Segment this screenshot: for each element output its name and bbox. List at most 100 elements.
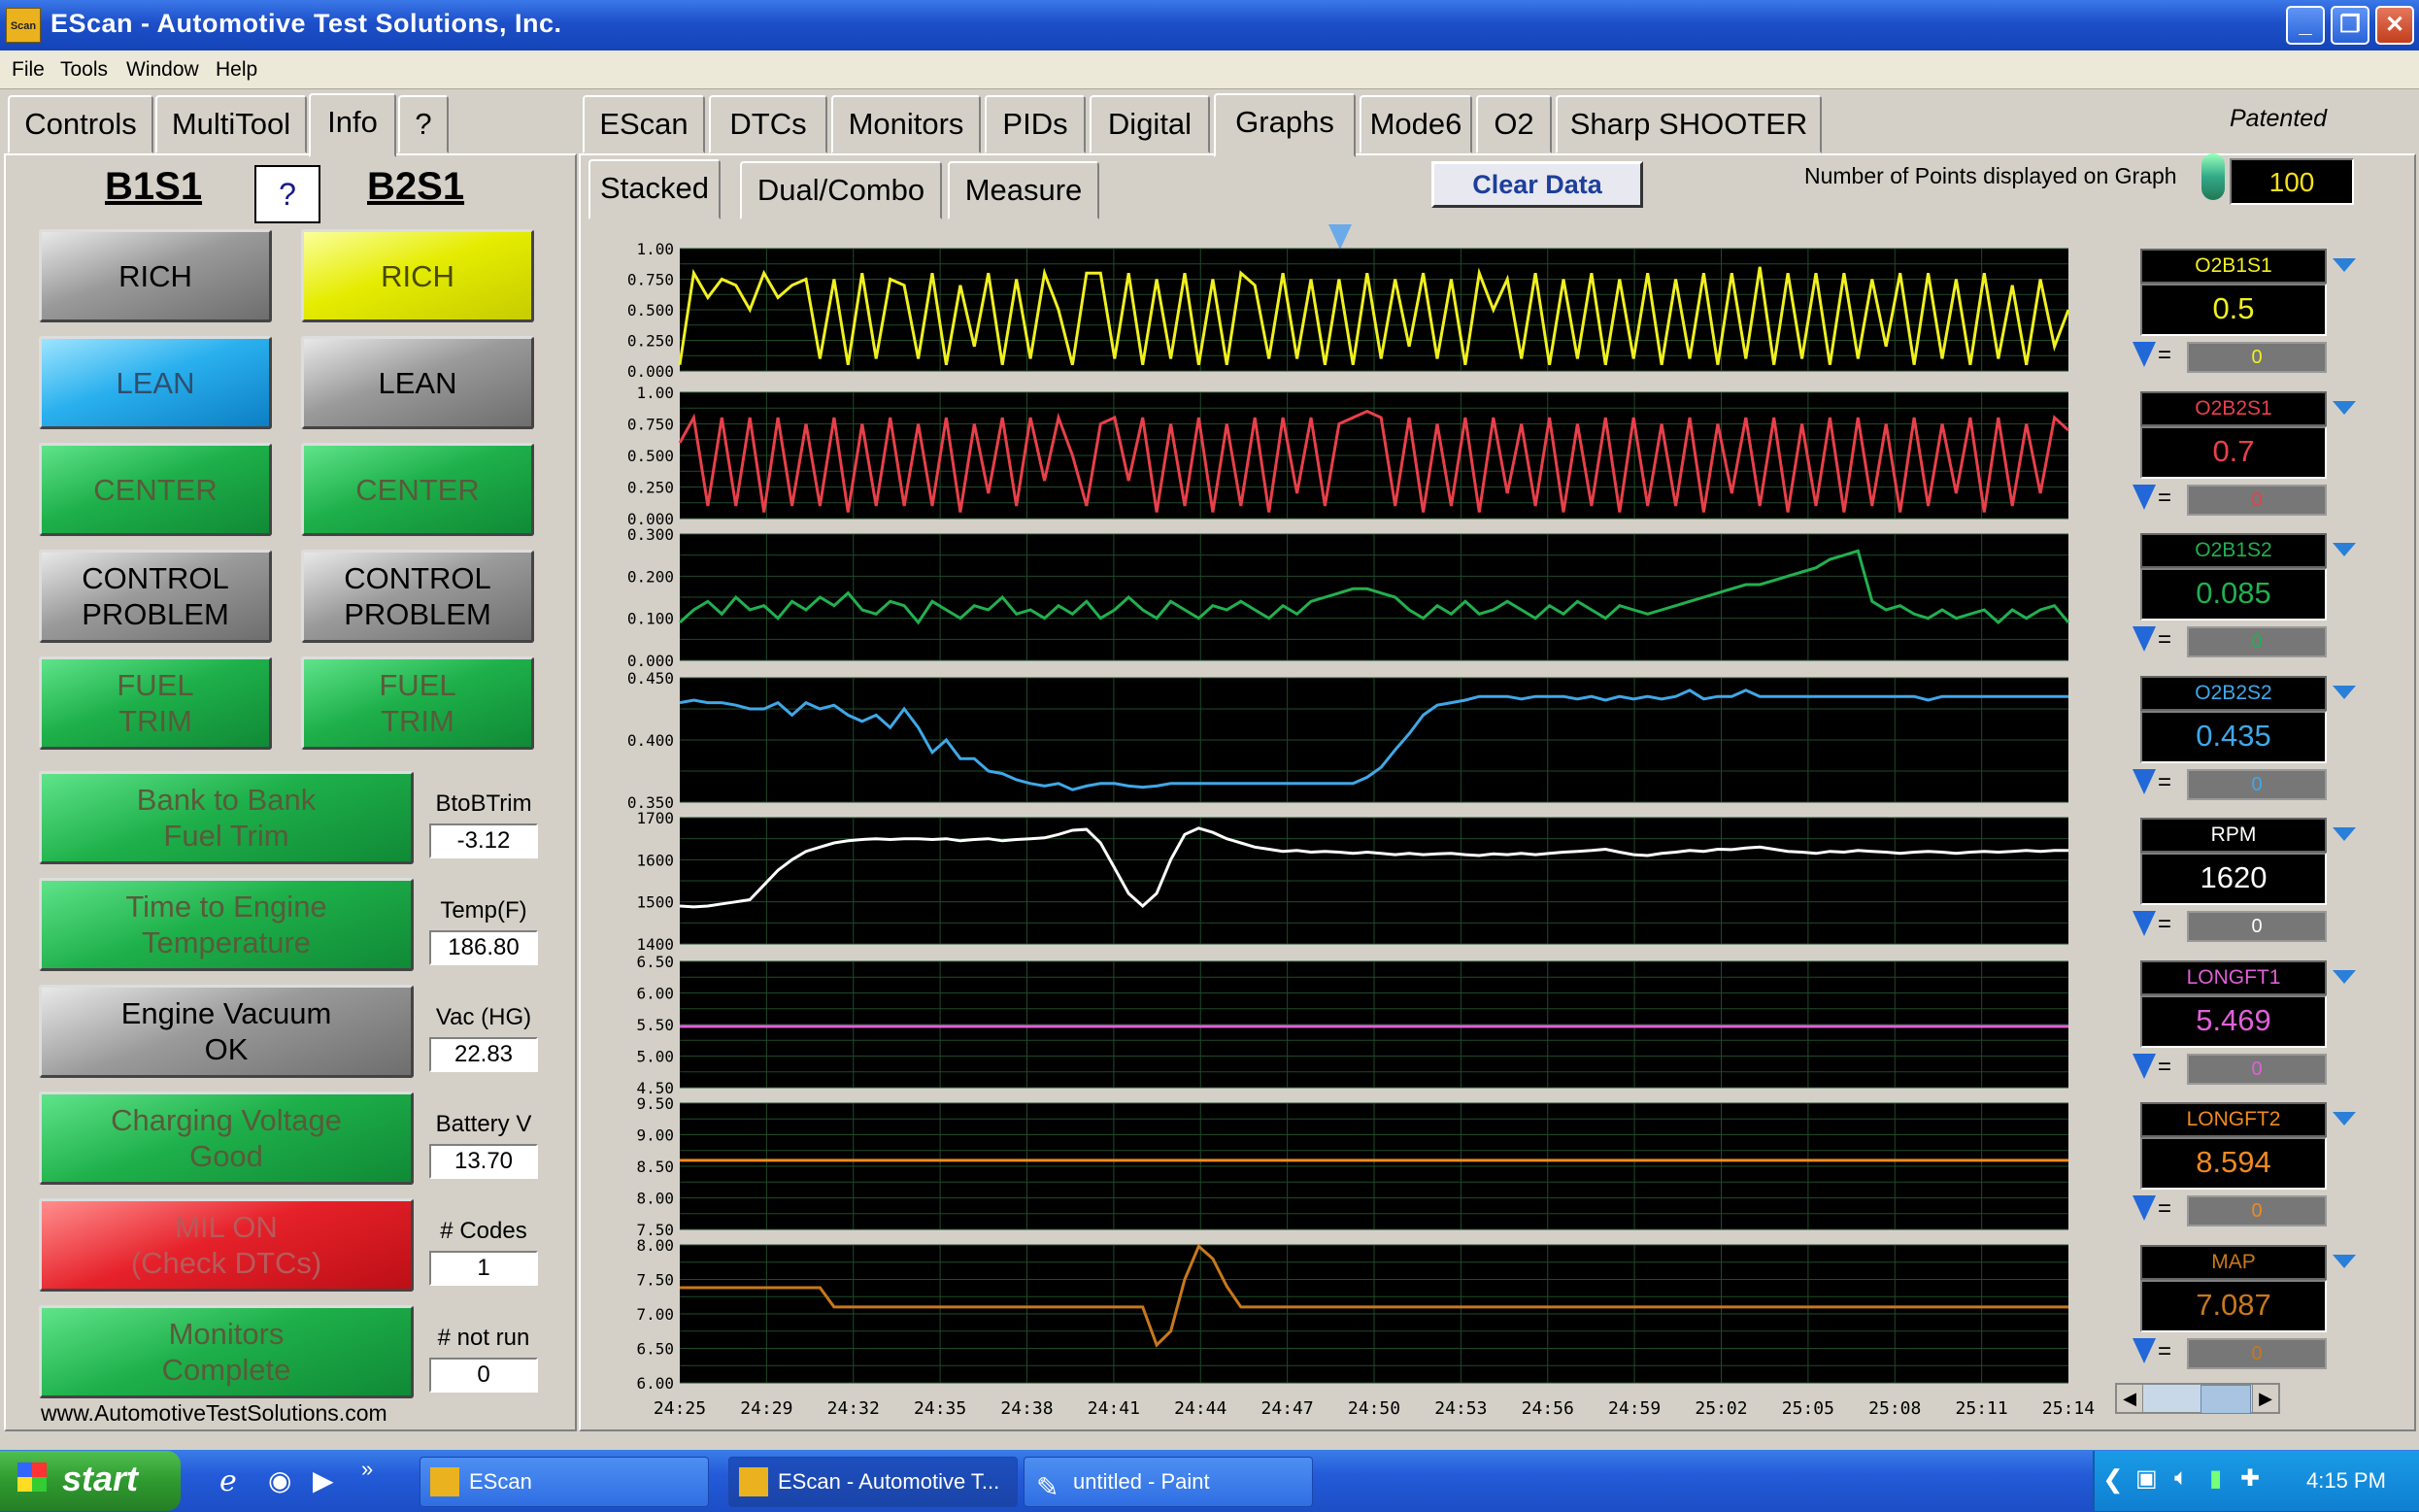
menu-window[interactable]: Window <box>126 58 199 82</box>
start-button[interactable]: start <box>0 1451 181 1511</box>
x-tick-label: 24:32 <box>827 1398 880 1419</box>
close-icon[interactable]: ✕ <box>2375 6 2414 45</box>
channel-dropdown-icon[interactable] <box>2333 543 2356 556</box>
channel-name-o2b2s1[interactable]: O2B2S1 <box>2140 390 2327 426</box>
b2s1-fuel-indicator[interactable]: FUEL TRIM <box>301 656 534 750</box>
channel-name-o2b1s2[interactable]: O2B1S2 <box>2140 533 2327 568</box>
scroll-thumb[interactable] <box>2201 1385 2251 1414</box>
channel-dropdown-icon[interactable] <box>2333 827 2356 841</box>
explorer-icon[interactable]: ◉ <box>268 1464 291 1496</box>
menu-help[interactable]: Help <box>216 58 257 82</box>
channel-dropdown-icon[interactable] <box>2333 1254 2356 1268</box>
volume-icon[interactable]: 🔈︎ <box>2174 1464 2188 1492</box>
scroll-left-icon[interactable]: ◀ <box>2117 1385 2143 1412</box>
channel-name-o2b1s1[interactable]: O2B1S1 <box>2140 249 2327 284</box>
title-bar[interactable]: Scan EScan - Automotive Test Solutions, … <box>0 0 2419 50</box>
stacked-graphs[interactable]: 1.00 0.750 0.500 0.250 0.000 1.00 0.750 0.500 0.… <box>583 233 2098 1437</box>
cursor-delta-icon[interactable] <box>2133 1053 2156 1079</box>
media-player-icon[interactable]: ▶ <box>313 1464 334 1496</box>
b1s1-lean-indicator[interactable]: LEAN <box>39 336 272 429</box>
channel-cursor-value: 0 <box>2187 342 2327 373</box>
cursor-delta-icon[interactable] <box>2133 768 2156 794</box>
cursor-delta-icon[interactable] <box>2133 1337 2156 1363</box>
maximize-icon[interactable]: ❐ <box>2331 6 2369 45</box>
scroll-right-icon[interactable]: ▶ <box>2252 1385 2278 1412</box>
channel-name-longft2[interactable]: LONGFT2 <box>2140 1102 2327 1137</box>
task-paint[interactable]: ✎ untitled - Paint <box>1024 1457 1313 1507</box>
status-value-label-2: Vac (HG) <box>435 1004 532 1030</box>
channel-name-map[interactable]: MAP <box>2140 1244 2327 1280</box>
status-indicator-2[interactable]: Engine Vacuum OK <box>39 985 414 1078</box>
channel-name-longft1[interactable]: LONGFT1 <box>2140 959 2327 995</box>
tab-question[interactable]: ? <box>398 95 449 153</box>
y-tick-label: 0.750 <box>627 271 674 289</box>
signal-icon[interactable]: ▮ <box>2209 1464 2222 1493</box>
b2s1-rich-indicator[interactable]: RICH <box>301 229 534 322</box>
ie-icon[interactable]: ℯ <box>219 1464 237 1498</box>
x-tick-label: 24:47 <box>1261 1398 1314 1419</box>
tray-expand-icon[interactable]: ❮ <box>2102 1464 2124 1495</box>
tab-graphs[interactable]: Graphs <box>1214 93 1356 157</box>
tab-pids[interactable]: PIDs <box>985 95 1086 153</box>
channel-cursor-value: 0 <box>2187 1053 2327 1085</box>
cursor-delta-icon[interactable] <box>2133 911 2156 936</box>
x-tick-label: 25:08 <box>1868 1398 1921 1419</box>
status-indicator-4[interactable]: MIL ON (Check DTCs) <box>39 1198 414 1292</box>
equals-sign: = <box>2158 1053 2172 1080</box>
y-tick-label: 7.50 <box>636 1271 674 1290</box>
security-icon[interactable]: ✚ <box>2240 1464 2260 1493</box>
channel-dropdown-icon[interactable] <box>2333 400 2356 415</box>
tab-escan[interactable]: EScan <box>583 95 705 153</box>
minimize-icon[interactable]: _ <box>2286 6 2325 45</box>
b1s1-rich-indicator[interactable]: RICH <box>39 229 272 322</box>
help-button[interactable]: ? <box>254 165 320 223</box>
website-link[interactable]: www.AutomotiveTestSolutions.com <box>41 1400 387 1427</box>
channel-dropdown-icon[interactable] <box>2333 969 2356 984</box>
channel-cursor-value: 0 <box>2187 484 2327 516</box>
b2s1-control-indicator[interactable]: CONTROL PROBLEM <box>301 550 534 643</box>
cursor-delta-icon[interactable] <box>2133 1195 2156 1221</box>
quicklaunch-more-icon[interactable]: » <box>361 1457 373 1482</box>
subtab-dual-combo[interactable]: Dual/Combo <box>740 161 942 219</box>
task-escan[interactable]: EScan <box>420 1457 709 1507</box>
task-escan-ats[interactable]: EScan - Automotive T... <box>728 1457 1018 1507</box>
channel-dropdown-icon[interactable] <box>2333 1112 2356 1126</box>
tab-o2[interactable]: O2 <box>1476 95 1552 153</box>
status-indicator-3[interactable]: Charging Voltage Good <box>39 1092 414 1185</box>
subtab-measure[interactable]: Measure <box>948 161 1099 219</box>
subtab-stacked[interactable]: Stacked <box>588 159 721 219</box>
channel-dropdown-icon[interactable] <box>2333 258 2356 272</box>
x-tick-label: 25:05 <box>1782 1398 1834 1419</box>
tab-sharp-shooter[interactable]: Sharp SHOOTER <box>1556 95 1822 153</box>
network-icon[interactable]: ▣ <box>2135 1464 2158 1493</box>
b2s1-center-indicator[interactable]: CENTER <box>301 443 534 536</box>
tab-digital[interactable]: Digital <box>1090 95 1210 153</box>
tab-info[interactable]: Info <box>309 93 396 157</box>
graph-scrollbar[interactable]: ◀ ▶ <box>2115 1383 2280 1414</box>
tab-mode6[interactable]: Mode6 <box>1360 95 1472 153</box>
channel-name-rpm[interactable]: RPM <box>2140 818 2327 853</box>
b1s1-center-indicator[interactable]: CENTER <box>39 443 272 536</box>
clear-data-button[interactable]: Clear Data <box>1431 161 1643 208</box>
channel-name-o2b2s2[interactable]: O2B2S2 <box>2140 675 2327 711</box>
points-input[interactable]: 100 <box>2230 158 2354 205</box>
tab-controls[interactable]: Controls <box>8 95 153 153</box>
tab-monitors[interactable]: Monitors <box>831 95 981 153</box>
status-indicator-5[interactable]: Monitors Complete <box>39 1305 414 1398</box>
points-spinner-icon[interactable] <box>2201 153 2225 200</box>
y-tick-label: 1.00 <box>636 384 674 402</box>
menu-tools[interactable]: Tools <box>60 58 108 82</box>
tab-dtcs[interactable]: DTCs <box>709 95 827 153</box>
b1s1-fuel-indicator[interactable]: FUEL TRIM <box>39 656 272 750</box>
b2s1-lean-indicator[interactable]: LEAN <box>301 336 534 429</box>
cursor-delta-icon[interactable] <box>2133 626 2156 652</box>
menu-file[interactable]: File <box>12 58 45 82</box>
y-tick-label: 8.00 <box>636 1190 674 1208</box>
cursor-delta-icon[interactable] <box>2133 484 2156 510</box>
status-indicator-1[interactable]: Time to Engine Temperature <box>39 878 414 971</box>
status-indicator-0[interactable]: Bank to Bank Fuel Trim <box>39 771 414 864</box>
channel-dropdown-icon[interactable] <box>2333 685 2356 699</box>
b1s1-control-indicator[interactable]: CONTROL PROBLEM <box>39 550 272 643</box>
tab-multitool[interactable]: MultiTool <box>155 95 307 153</box>
cursor-delta-icon[interactable] <box>2133 342 2156 367</box>
